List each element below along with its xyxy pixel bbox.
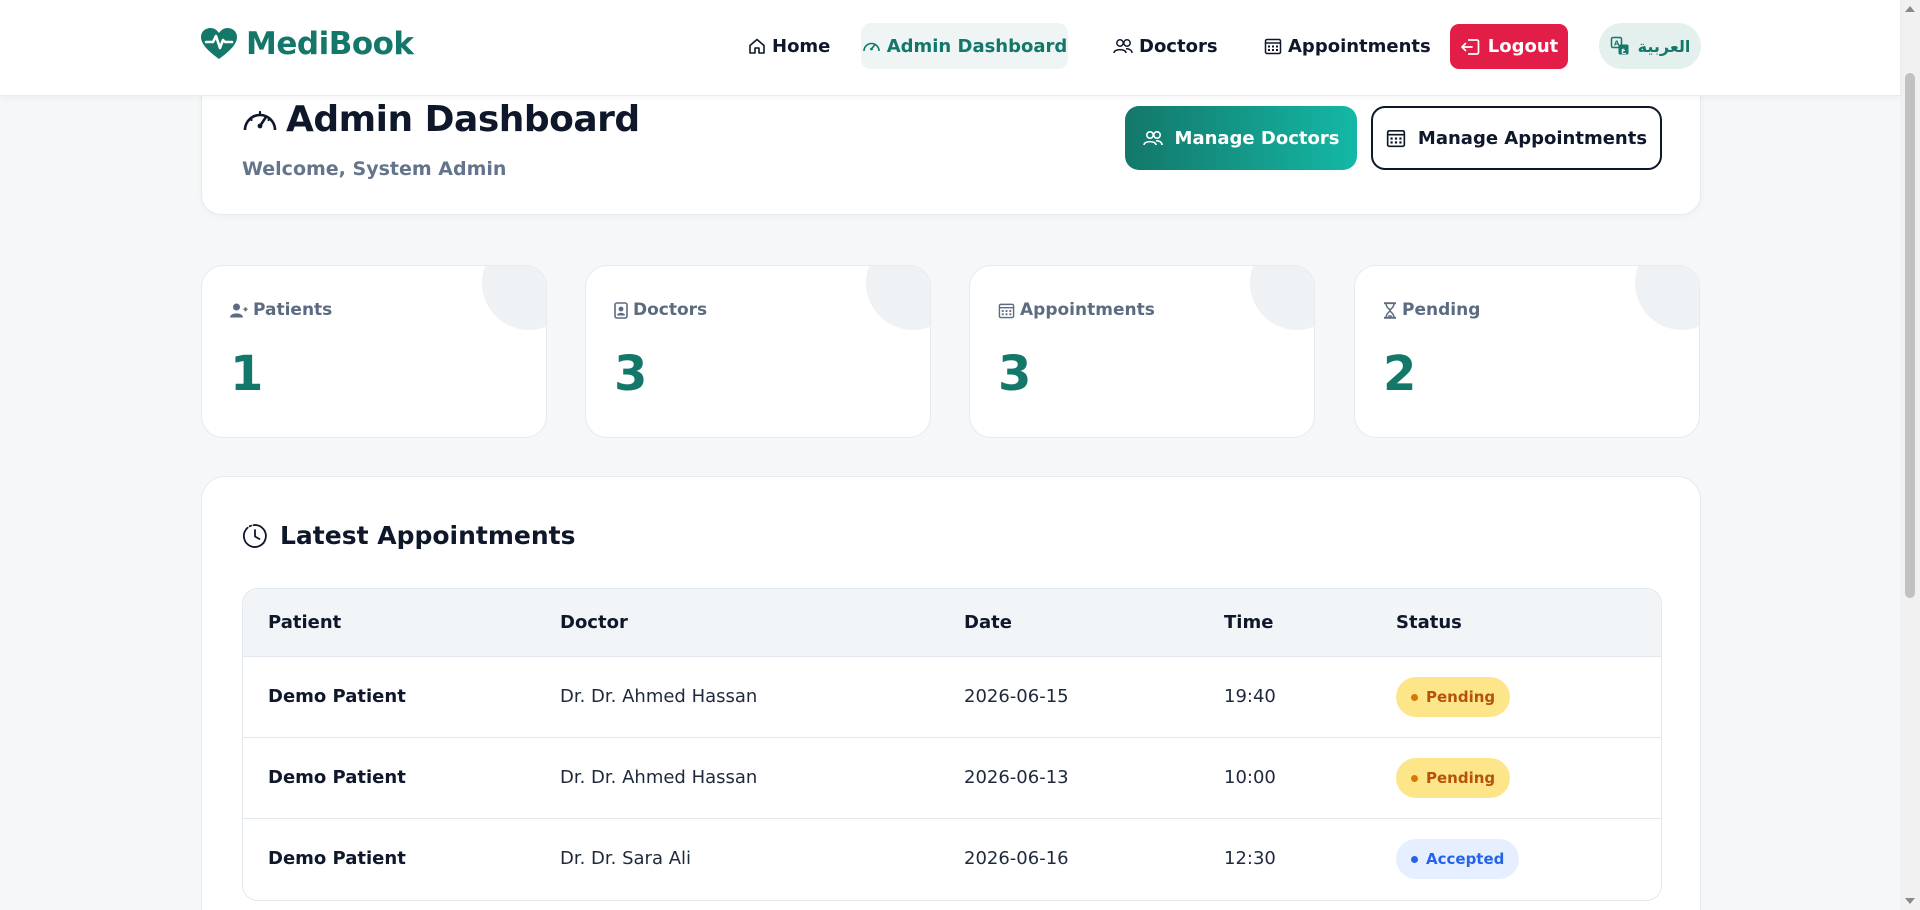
stat-value: 2	[1383, 346, 1417, 402]
clock-history-icon	[242, 523, 268, 549]
scroll-up-arrow-icon[interactable]	[1905, 6, 1915, 12]
card-decoration	[1250, 266, 1314, 330]
appointments-table: Patient Doctor Date Time Status Demo Pat…	[242, 588, 1662, 901]
status-badge: Accepted	[1396, 839, 1520, 879]
card-decoration	[482, 266, 546, 330]
nav-doctors-label: Doctors	[1139, 35, 1218, 57]
nav-home-label: Home	[772, 35, 831, 57]
status-dot-icon	[1411, 774, 1418, 782]
stat-card-pending: Pending 2	[1354, 265, 1700, 438]
cell-doctor: Dr. Dr. Ahmed Hassan	[560, 767, 758, 788]
stat-value: 1	[230, 346, 264, 402]
hourglass-icon	[1383, 301, 1397, 319]
cell-patient: Demo Patient	[268, 848, 406, 869]
nav-appointments[interactable]: Appointments	[1256, 23, 1439, 69]
language-label: العربية	[1637, 36, 1691, 56]
page-title: Admin Dashboard	[286, 99, 640, 140]
column-header-patient[interactable]: Patient	[268, 612, 341, 633]
stat-card-doctors: Doctors 3	[585, 265, 931, 438]
cell-doctor: Dr. Dr. Ahmed Hassan	[560, 686, 758, 707]
stat-label-group: Pending	[1383, 300, 1480, 320]
page-scrollbar[interactable]	[1900, 0, 1920, 910]
stat-label: Doctors	[633, 300, 708, 320]
status-label: Pending	[1426, 769, 1496, 787]
cell-doctor: Dr. Dr. Sara Ali	[560, 848, 692, 869]
stat-value: 3	[998, 346, 1032, 402]
nav-admin-dashboard[interactable]: Admin Dashboard	[861, 23, 1068, 69]
svg-text:A: A	[1614, 40, 1620, 48]
manage-doctors-button[interactable]: Manage Doctors	[1125, 106, 1357, 170]
manage-appointments-button[interactable]: Manage Appointments	[1371, 106, 1662, 170]
column-header-date[interactable]: Date	[964, 612, 1012, 633]
home-icon	[748, 37, 766, 55]
cell-date: 2026-06-16	[964, 848, 1069, 869]
cell-date: 2026-06-13	[964, 767, 1069, 788]
status-badge: Pending	[1396, 758, 1511, 798]
speedometer-icon	[242, 105, 278, 135]
table-row[interactable]: Demo Patient Dr. Dr. Ahmed Hassan 2026-0…	[243, 738, 1661, 819]
patient-icon	[230, 303, 248, 318]
logout-icon	[1460, 38, 1480, 56]
stat-card-patients: Patients 1	[201, 265, 547, 438]
card-decoration	[866, 266, 930, 330]
column-header-status[interactable]: Status	[1396, 612, 1462, 633]
section-title: Latest Appointments	[280, 521, 576, 550]
status-dot-icon	[1411, 855, 1418, 863]
manage-appointments-label: Manage Appointments	[1417, 127, 1648, 149]
status-badge: Pending	[1396, 677, 1511, 717]
brand-logo[interactable]: MediBook	[200, 26, 414, 62]
scrollbar-thumb[interactable]	[1905, 73, 1915, 598]
table-row[interactable]: Demo Patient Dr. Dr. Sara Ali 2026-06-16…	[243, 819, 1661, 900]
stat-label: Patients	[253, 300, 333, 320]
translate-icon: Aع	[1610, 36, 1630, 56]
calendar-icon	[1264, 37, 1282, 55]
brand-name: MediBook	[246, 26, 414, 62]
stat-card-appointments: Appointments 3	[969, 265, 1315, 438]
column-header-doctor[interactable]: Doctor	[560, 612, 628, 633]
page-title-group: Admin Dashboard	[242, 99, 640, 140]
people-icon	[1142, 130, 1163, 146]
latest-appointments-heading: Latest Appointments	[242, 521, 576, 550]
table-header: Patient Doctor Date Time Status	[243, 589, 1661, 657]
calendar-icon	[1386, 128, 1406, 148]
cell-time: 19:40	[1224, 686, 1276, 707]
stat-label-group: Doctors	[614, 300, 707, 320]
scroll-down-arrow-icon[interactable]	[1905, 898, 1915, 904]
cell-patient: Demo Patient	[268, 767, 406, 788]
logout-button[interactable]: Logout	[1450, 24, 1568, 69]
latest-appointments-card: Latest Appointments Patient Doctor Date …	[201, 476, 1701, 910]
status-label: Accepted	[1426, 850, 1505, 868]
table-row[interactable]: Demo Patient Dr. Dr. Ahmed Hassan 2026-0…	[243, 657, 1661, 738]
nav-home[interactable]: Home	[740, 23, 838, 69]
calendar-icon	[998, 302, 1015, 319]
stat-label: Pending	[1402, 300, 1481, 320]
nav-appointments-label: Appointments	[1288, 35, 1431, 57]
status-dot-icon	[1411, 693, 1418, 701]
cell-time: 10:00	[1224, 767, 1276, 788]
top-navbar: MediBook Home Admin Dashboard Doctors Ap…	[0, 0, 1900, 96]
stat-label-group: Appointments	[998, 300, 1155, 320]
heart-pulse-icon	[200, 27, 238, 61]
cell-patient: Demo Patient	[268, 686, 406, 707]
nav-doctors[interactable]: Doctors	[1105, 23, 1226, 69]
nav-admin-dashboard-label: Admin Dashboard	[886, 35, 1068, 57]
speedometer-icon	[862, 38, 881, 54]
people-icon	[1113, 38, 1133, 54]
doctor-badge-icon	[614, 301, 628, 319]
logout-label: Logout	[1487, 36, 1559, 57]
cell-time: 12:30	[1224, 848, 1276, 869]
manage-doctors-label: Manage Doctors	[1174, 127, 1340, 149]
column-header-time[interactable]: Time	[1224, 612, 1273, 633]
welcome-text: Welcome, System Admin	[242, 158, 507, 180]
stat-label-group: Patients	[230, 300, 332, 320]
language-toggle[interactable]: Aع العربية	[1599, 23, 1701, 69]
stat-value: 3	[614, 346, 648, 402]
stat-label: Appointments	[1020, 300, 1155, 320]
cell-date: 2026-06-15	[964, 686, 1069, 707]
status-label: Pending	[1426, 688, 1496, 706]
card-decoration	[1635, 266, 1699, 330]
